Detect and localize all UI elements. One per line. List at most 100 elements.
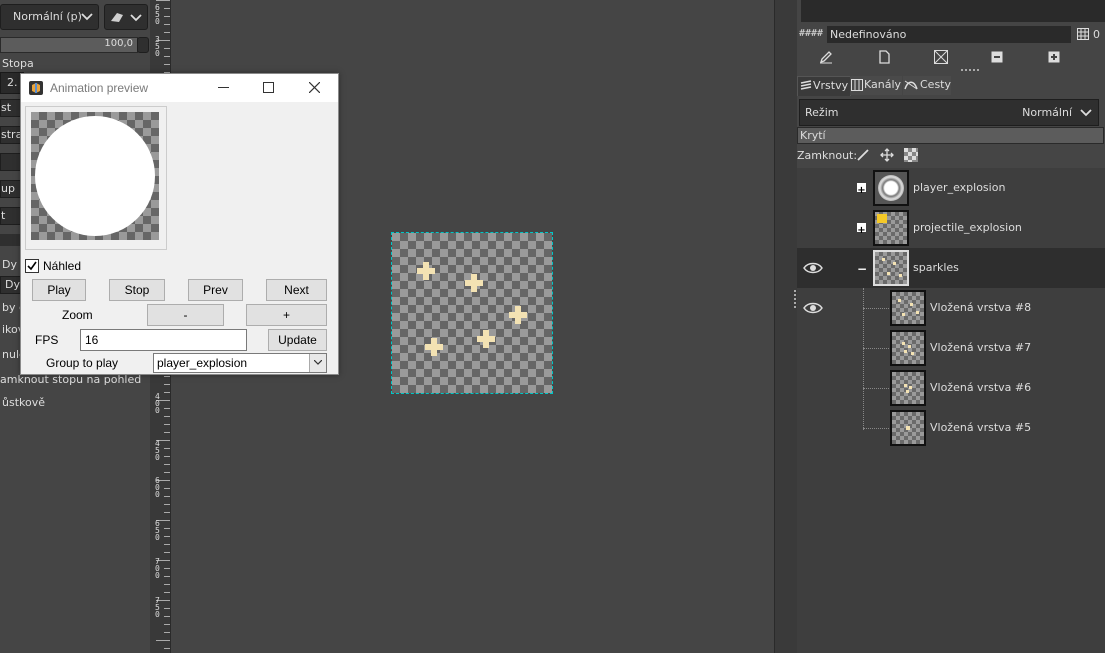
layer-opacity-slider[interactable]: Krytí bbox=[797, 127, 1104, 144]
ruler-tick bbox=[164, 584, 170, 585]
play-button[interactable]: Play bbox=[32, 279, 86, 301]
grid-icon[interactable] bbox=[1077, 28, 1089, 40]
ruler-tick bbox=[156, 640, 170, 641]
layer-row[interactable]: + player_explosion bbox=[797, 168, 1105, 208]
layer-name: Vložená vrstva #8 bbox=[930, 301, 1032, 314]
partial-row-7[interactable]: Dy bbox=[0, 276, 22, 294]
partial-row-2[interactable]: stra bbox=[0, 126, 22, 144]
ruler-tick bbox=[164, 632, 170, 633]
prev-button[interactable]: Prev bbox=[188, 279, 243, 301]
brush-dropdown[interactable] bbox=[104, 4, 148, 30]
group-select[interactable]: player_explosion bbox=[153, 353, 327, 373]
layer-name: Vložená vrstva #7 bbox=[930, 341, 1032, 354]
lock-position-icon[interactable] bbox=[880, 148, 894, 162]
tab-layers-label: Vrstvy bbox=[813, 79, 849, 92]
gimp-app-icon bbox=[29, 81, 43, 95]
layers-icon bbox=[800, 80, 812, 90]
layer-row[interactable]: Vložená vrstva #8 bbox=[797, 288, 1105, 328]
eye-icon[interactable] bbox=[803, 261, 823, 275]
partial-row-6[interactable] bbox=[0, 234, 20, 246]
close-icon[interactable] bbox=[309, 82, 320, 93]
ruler-tick bbox=[164, 24, 170, 25]
dock-resize-grip[interactable] bbox=[794, 290, 798, 308]
expander-button[interactable]: + bbox=[857, 183, 866, 196]
layer-row[interactable]: Vložená vrstva #6 bbox=[797, 368, 1105, 408]
ruler-tick bbox=[164, 456, 170, 457]
sparkle-layer bbox=[392, 233, 552, 393]
panel-grip[interactable] bbox=[961, 69, 979, 74]
chevron-down-icon bbox=[130, 14, 142, 22]
zoom-in-button[interactable]: + bbox=[246, 304, 327, 326]
lock-paint-icon[interactable] bbox=[857, 149, 869, 161]
layer-list[interactable]: + player_explosion + projectile_explosio… bbox=[797, 168, 1105, 653]
remove-icon[interactable] bbox=[991, 51, 1003, 63]
channels-icon bbox=[851, 79, 863, 91]
partial-row-5[interactable]: t bbox=[0, 207, 22, 225]
ruler-label: 6 0 0 bbox=[155, 476, 160, 499]
update-button[interactable]: Update bbox=[268, 329, 327, 351]
next-button[interactable]: Next bbox=[266, 279, 327, 301]
stop-button[interactable]: Stop bbox=[109, 279, 165, 301]
canvas-scrollbar[interactable] bbox=[774, 0, 798, 653]
partial-label: t bbox=[1, 209, 6, 222]
ruler-tick bbox=[164, 32, 170, 33]
tab-paths-label: Cesty bbox=[920, 78, 952, 91]
expander-button[interactable]: + bbox=[857, 223, 866, 236]
layer-row-selected[interactable]: − sparkles bbox=[797, 248, 1105, 288]
layer-mode-dropdown[interactable]: Režim Normální bbox=[799, 99, 1099, 126]
maximize-icon[interactable] bbox=[263, 82, 274, 93]
preview-checkbox-label[interactable]: Náhled bbox=[43, 259, 81, 273]
ruler-tick bbox=[164, 432, 170, 433]
expander-button[interactable]: − bbox=[857, 263, 867, 275]
ruler-label: 6 5 0 bbox=[155, 3, 160, 26]
animation-preview-dialog: Animation preview Náhled Play Stop Prev … bbox=[20, 73, 339, 375]
ruler-tick bbox=[164, 576, 170, 577]
zoom-out-button[interactable]: - bbox=[147, 304, 224, 326]
layer-thumbnail bbox=[873, 210, 909, 246]
pixel-option[interactable]: ůstkově bbox=[2, 396, 45, 409]
layer-row[interactable]: + projectile_explosion bbox=[797, 208, 1105, 248]
paths-icon bbox=[904, 80, 918, 90]
layer-row[interactable]: Vložená vrstva #5 bbox=[797, 408, 1105, 448]
image-canvas[interactable] bbox=[391, 232, 553, 394]
layer-thumbnail bbox=[890, 290, 926, 326]
add-icon[interactable] bbox=[1048, 51, 1060, 63]
top-dark-area bbox=[801, 0, 1105, 22]
color-name-field[interactable]: Nedefinováno bbox=[827, 26, 1071, 43]
ruler-tick bbox=[164, 472, 170, 473]
opacity-reset-button[interactable] bbox=[137, 37, 149, 53]
eye-icon[interactable] bbox=[803, 301, 823, 315]
ruler-tick bbox=[164, 384, 170, 385]
layer-row[interactable]: Vložená vrstva #7 bbox=[797, 328, 1105, 368]
edit-icon[interactable] bbox=[819, 50, 833, 64]
layer-thumbnail bbox=[873, 170, 909, 206]
tab-channels[interactable]: Kanály bbox=[850, 76, 902, 95]
new-document-icon[interactable] bbox=[877, 50, 891, 64]
layer-thumbnail bbox=[873, 250, 909, 286]
sparkle-shape bbox=[509, 306, 527, 324]
partial-row-3[interactable] bbox=[0, 153, 22, 171]
minimize-icon[interactable] bbox=[218, 87, 229, 89]
partial-row-4[interactable]: up bbox=[0, 180, 22, 198]
layer-thumbnail bbox=[890, 370, 926, 406]
mode-dropdown-value: Normální (p) bbox=[13, 10, 82, 23]
expander-glyph: + bbox=[857, 225, 866, 236]
opacity-slider[interactable]: 100,0 bbox=[0, 37, 138, 53]
ruler-label: 7 0 0 bbox=[155, 557, 160, 580]
color-hash-label: #### bbox=[799, 28, 824, 39]
mode-dropdown[interactable]: Normální (p) bbox=[0, 4, 99, 30]
ruler-tick bbox=[164, 56, 170, 57]
lock-alpha-icon[interactable] bbox=[904, 148, 918, 162]
checkmark-icon bbox=[27, 261, 37, 271]
partial-row-1[interactable]: st bbox=[0, 99, 22, 117]
brush-icon bbox=[111, 13, 123, 22]
dialog-titlebar[interactable]: Animation preview bbox=[21, 74, 338, 102]
tab-paths[interactable]: Cesty bbox=[903, 76, 951, 95]
fps-input[interactable]: 16 bbox=[80, 329, 247, 351]
checker-icon[interactable] bbox=[934, 50, 948, 64]
preview-checkbox[interactable] bbox=[25, 259, 39, 273]
group-select-arrow[interactable] bbox=[309, 354, 326, 372]
tab-layers[interactable]: Vrstvy bbox=[797, 76, 851, 96]
ruler-tick bbox=[164, 608, 170, 609]
ruler-tick bbox=[164, 552, 170, 553]
